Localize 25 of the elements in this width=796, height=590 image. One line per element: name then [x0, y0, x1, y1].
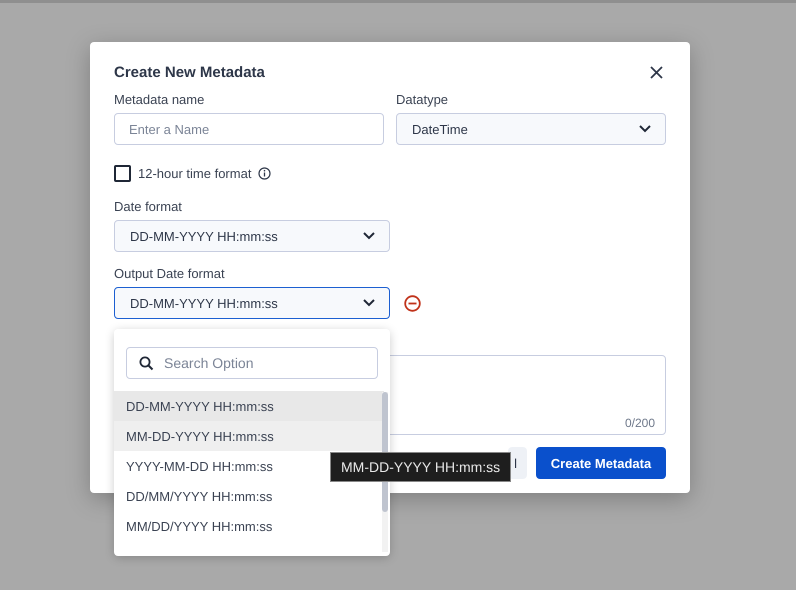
- dialog-title: Create New Metadata: [114, 64, 265, 80]
- field-label: Metadata name: [114, 92, 206, 107]
- remove-icon[interactable]: [404, 294, 421, 312]
- select-field[interactable]: DateTime: [396, 113, 666, 145]
- select-field[interactable]: DD-MM-YYYY HH:mm:ss: [114, 287, 390, 319]
- field-label: Output Date format: [114, 266, 226, 281]
- name-input-field[interactable]: Enter a Name: [114, 113, 384, 145]
- close-icon: [650, 66, 662, 78]
- character-counter: 0/200: [624, 416, 655, 430]
- chevron-down-icon: [639, 125, 651, 133]
- field-label: Datatype: [396, 92, 450, 107]
- search-icon: [139, 356, 154, 370]
- chevron-down-icon: [363, 299, 375, 307]
- tooltip: MM-DD-YYYY HH:mm:ss: [330, 452, 512, 482]
- search-field[interactable]: Search Option: [126, 347, 378, 379]
- search-input[interactable]: Search Option: [162, 354, 346, 372]
- info-icon: [258, 167, 272, 180]
- dropdown-option[interactable]: MM-DD-YYYY HH:mm:ss: [114, 421, 384, 451]
- chevron-down-icon: [363, 232, 375, 240]
- field-label: Date format: [114, 199, 183, 214]
- checkbox[interactable]: [114, 165, 131, 182]
- dropdown-option[interactable]: DD-MM-YYYY HH:mm:ss: [114, 391, 384, 421]
- checkbox-label: 12-hour time format: [138, 166, 252, 181]
- select-field[interactable]: DD-MM-YYYY HH:mm:ss: [114, 220, 390, 252]
- create-button[interactable]: Create Metadata: [536, 447, 666, 479]
